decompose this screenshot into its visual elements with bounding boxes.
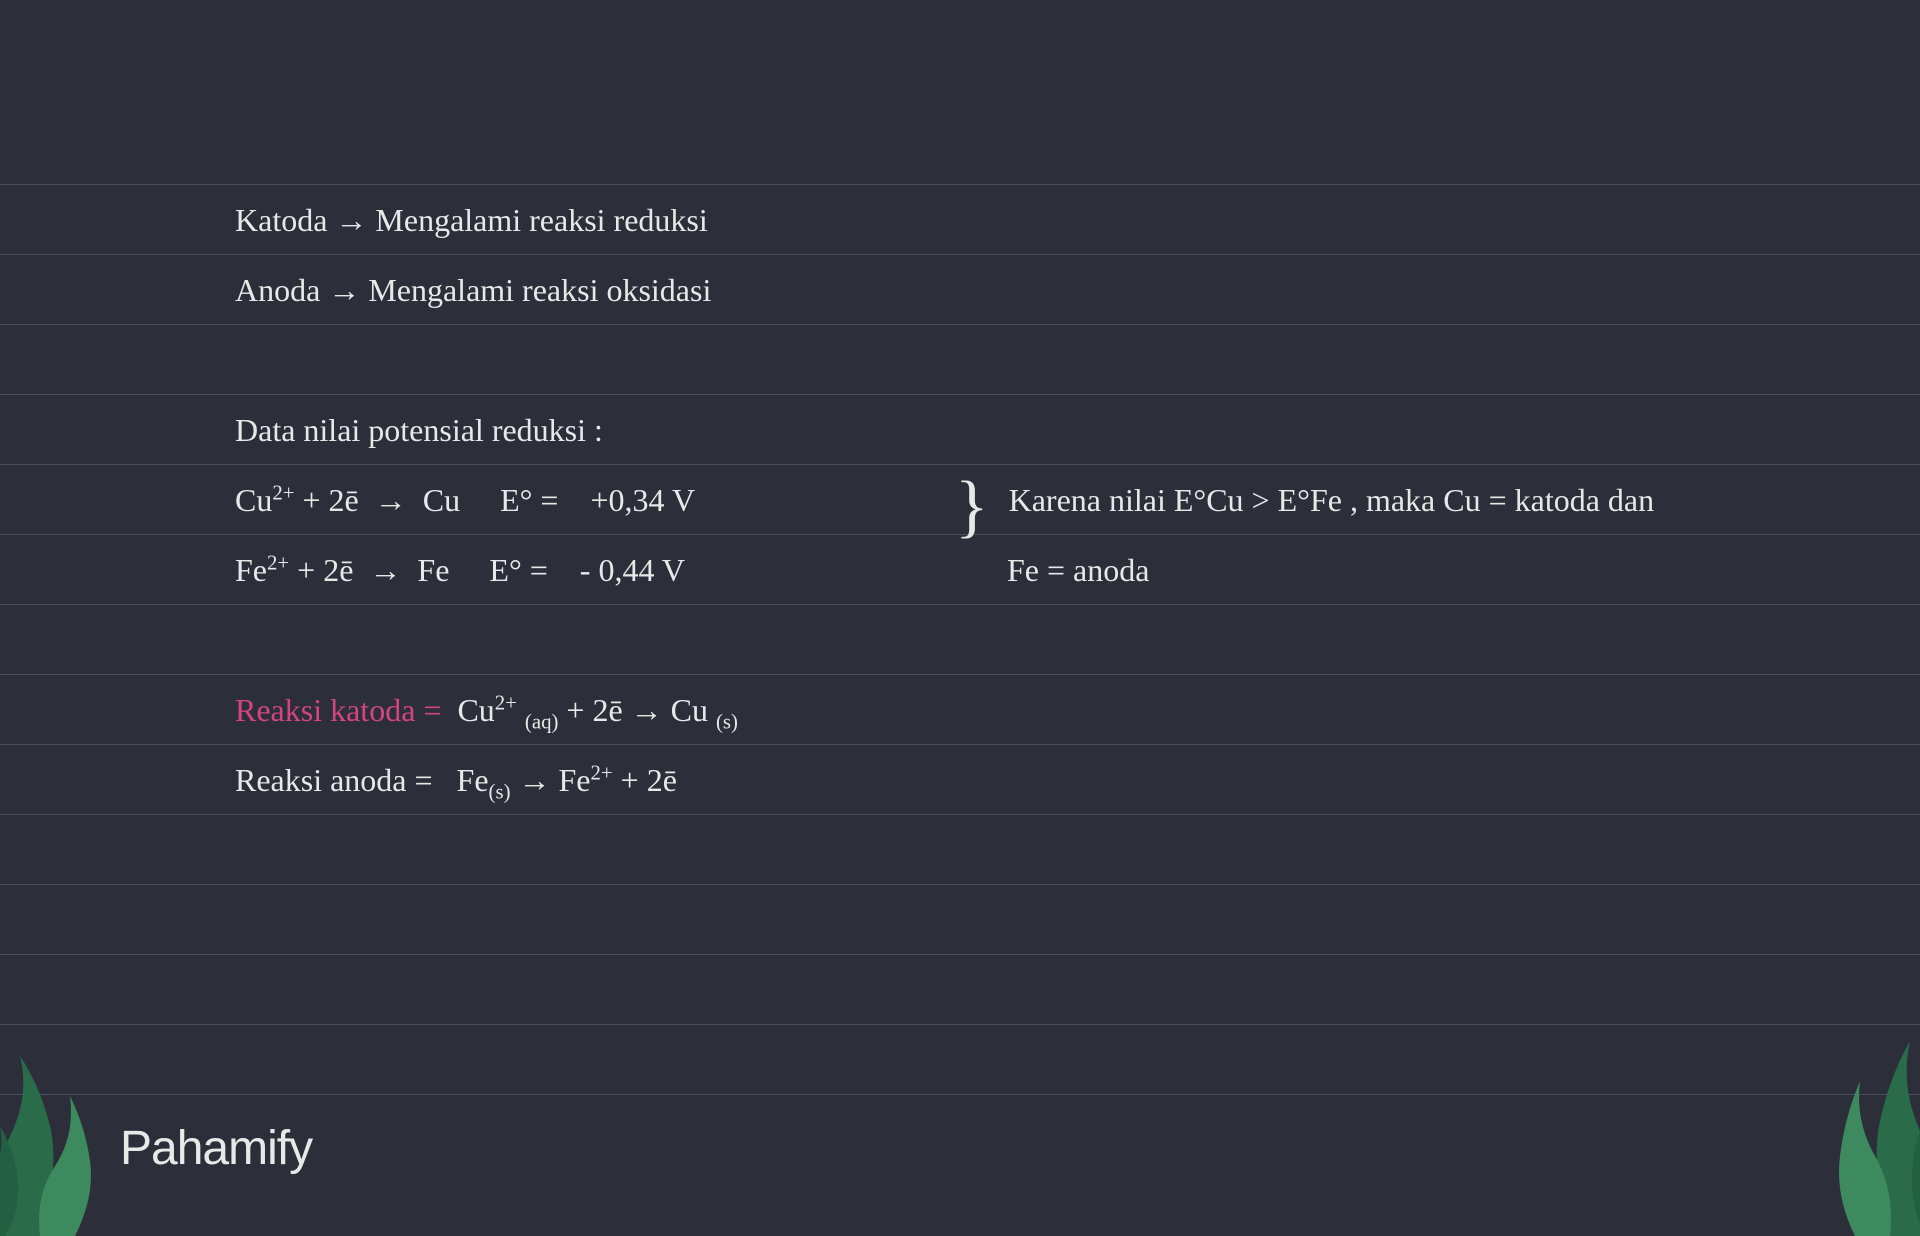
conclusion-line-1: Karena nilai E°Cu > E°Fe , maka Cu = kat… <box>1009 465 1655 535</box>
brace-icon: } <box>955 489 989 524</box>
fe-reaction-right: Fe <box>417 552 449 588</box>
leaf-decoration-right-icon <box>1770 976 1920 1236</box>
anoda-definition: Anoda → Mengalami reaksi oksidasi <box>235 255 1720 325</box>
anoda-description: Mengalami reaksi oksidasi <box>368 255 711 325</box>
cu-e-value: +0,34 V <box>590 482 695 518</box>
arrow-icon: → <box>335 185 367 255</box>
reaksi-katoda-left: Cu2+ (aq) + 2ē <box>457 675 622 745</box>
arrow-icon: → <box>369 535 401 605</box>
reaksi-anoda-left: Fe(s) <box>457 745 511 815</box>
arrow-icon: → <box>375 465 407 535</box>
fe-e-value: - 0,44 V <box>580 552 685 588</box>
reaksi-katoda-right: Cu (s) <box>671 675 738 745</box>
reaksi-katoda-row: Reaksi katoda = Cu2+ (aq) + 2ē → Cu (s) <box>235 675 1720 745</box>
handwritten-content: Katoda → Mengalami reaksi reduksi Anoda … <box>0 0 1920 1236</box>
reaksi-anoda-row: Reaksi anoda = Fe(s) → Fe2+ + 2ē <box>235 745 1720 815</box>
reaksi-anoda-right: Fe2+ + 2ē <box>559 745 677 815</box>
conclusion-line-2: Fe = anoda <box>1007 535 1149 605</box>
anoda-label: Anoda <box>235 255 320 325</box>
katoda-definition: Katoda → Mengalami reaksi reduksi <box>235 185 1720 255</box>
cu-reaction-left: Cu2+ + 2ē <box>235 482 359 518</box>
pahamify-logo: Pahamify <box>120 1121 312 1176</box>
arrow-icon: → <box>631 675 663 745</box>
reaksi-anoda-label: Reaksi anoda = <box>235 745 433 815</box>
data-title: Data nilai potensial reduksi : <box>235 395 1720 465</box>
leaf-decoration-left-icon <box>0 996 140 1236</box>
fe-reaction-left: Fe2+ + 2ē <box>235 552 353 588</box>
fe-e-label: E° = <box>489 552 547 588</box>
katoda-label: Katoda <box>235 185 327 255</box>
cu-reaction-right: Cu <box>423 482 460 518</box>
katoda-description: Mengalami reaksi reduksi <box>375 185 707 255</box>
arrow-icon: → <box>519 745 551 815</box>
fe-reduction-row: Fe2+ + 2ē → Fe E° = - 0,44 V Fe = anoda <box>235 535 1720 605</box>
cu-reduction-row: Cu2+ + 2ē → Cu E° = +0,34 V } Karena nil… <box>235 465 1720 535</box>
arrow-icon: → <box>328 255 360 325</box>
cu-e-label: E° = <box>500 482 558 518</box>
reaksi-katoda-label: Reaksi katoda = <box>235 675 441 745</box>
